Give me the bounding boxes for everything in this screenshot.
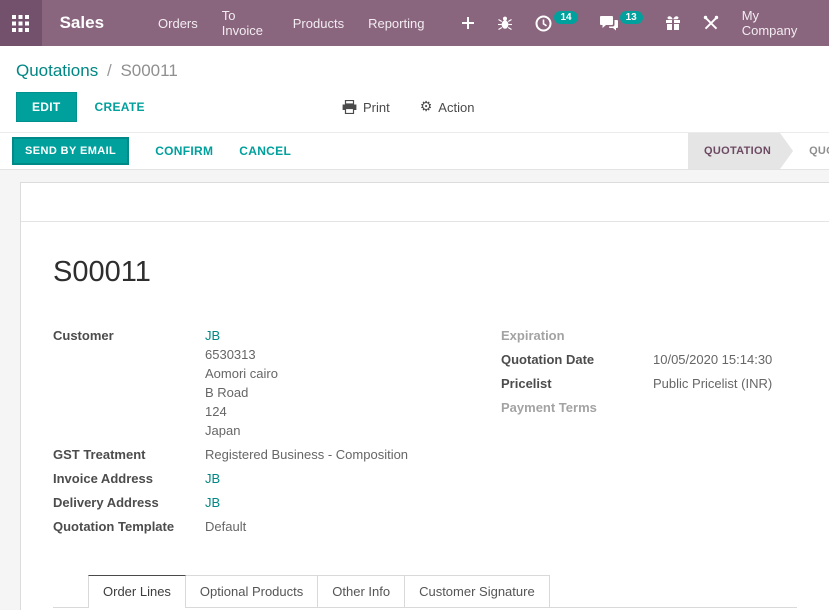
field-expiration: Expiration (501, 326, 797, 345)
action-label: Action (438, 100, 474, 115)
print-button[interactable]: Print (342, 100, 390, 115)
tab-order-lines[interactable]: Order Lines (88, 575, 186, 608)
form-sheet: S00011 Customer JB 6530313 Aomori cairo … (20, 182, 829, 610)
edit-button[interactable]: EDIT (16, 92, 77, 122)
gift-icon (665, 15, 681, 31)
left-column: Customer JB 6530313 Aomori cairo B Road … (53, 326, 501, 541)
notebook: Order Lines Optional Products Other Info… (53, 575, 797, 610)
customer-label: Customer (53, 326, 205, 440)
field-delivery-address: Delivery Address JB (53, 493, 501, 512)
control-buttons: EDIT CREATE Print ⚙ Action (16, 92, 813, 122)
messages-button[interactable]: 13 (589, 0, 654, 46)
field-gst-treatment: GST Treatment Registered Business - Comp… (53, 445, 501, 464)
activities-button[interactable]: 14 (524, 0, 588, 46)
customer-value: JB 6530313 Aomori cairo B Road 124 Japan (205, 326, 278, 440)
systray: 14 13 (486, 0, 829, 46)
record-title: S00011 (53, 255, 797, 289)
message-count-badge: 13 (620, 11, 643, 24)
pricelist-value: Public Pricelist (INR) (653, 374, 772, 393)
activity-count-badge: 14 (554, 11, 577, 24)
company-switcher[interactable]: My Company (730, 0, 819, 46)
delivery-address-link[interactable]: JB (205, 495, 220, 510)
gst-treatment-value: Registered Business - Composition (205, 445, 408, 464)
status-steps: QUOTATION QUOTATION SENT (688, 133, 829, 169)
invoice-address-label: Invoice Address (53, 469, 205, 488)
customer-address-line: B Road (205, 383, 278, 402)
statusbar: SEND BY EMAIL CONFIRM CANCEL QUOTATION Q… (0, 132, 829, 170)
menu-reporting[interactable]: Reporting (356, 0, 436, 46)
gst-treatment-label: GST Treatment (53, 445, 205, 464)
field-customer: Customer JB 6530313 Aomori cairo B Road … (53, 326, 501, 440)
menu-to-invoice[interactable]: To Invoice (210, 0, 281, 46)
expiration-label: Expiration (501, 326, 653, 345)
field-quotation-date: Quotation Date 10/05/2020 15:14:30 (501, 350, 797, 369)
gear-icon: ⚙ (420, 99, 433, 115)
right-column: Expiration Quotation Date 10/05/2020 15:… (501, 326, 797, 541)
send-by-email-button[interactable]: SEND BY EMAIL (12, 137, 129, 165)
tools-icon (703, 15, 719, 31)
print-label: Print (363, 100, 390, 115)
app-name[interactable]: Sales (42, 0, 146, 46)
step-quotation-sent[interactable]: QUOTATION SENT (793, 133, 829, 169)
gifts-button[interactable] (654, 0, 692, 46)
field-quotation-template: Quotation Template Default (53, 517, 501, 536)
invoice-address-link[interactable]: JB (205, 471, 220, 486)
create-button[interactable]: CREATE (95, 100, 145, 114)
confirm-button[interactable]: CONFIRM (155, 144, 213, 158)
tab-other-info[interactable]: Other Info (317, 575, 404, 607)
button-box-strip (21, 183, 829, 222)
quotation-template-label: Quotation Template (53, 517, 205, 536)
print-action-group: Print ⚙ Action (342, 92, 474, 122)
bug-icon (497, 15, 513, 31)
field-pricelist: Pricelist Public Pricelist (INR) (501, 374, 797, 393)
quotation-date-label: Quotation Date (501, 350, 653, 369)
cancel-button[interactable]: CANCEL (239, 144, 291, 158)
customer-address-line: 6530313 (205, 345, 278, 364)
delivery-address-label: Delivery Address (53, 493, 205, 512)
grid-icon (12, 15, 29, 32)
apps-menu-button[interactable] (0, 0, 42, 46)
tab-customer-signature[interactable]: Customer Signature (404, 575, 550, 607)
breadcrumb: Quotations / S00011 (16, 60, 813, 82)
action-button[interactable]: ⚙ Action (420, 99, 475, 115)
field-invoice-address: Invoice Address JB (53, 469, 501, 488)
field-payment-terms: Payment Terms (501, 398, 797, 417)
pricelist-label: Pricelist (501, 374, 653, 393)
clock-icon (535, 15, 552, 32)
breadcrumb-quotations[interactable]: Quotations (16, 61, 98, 80)
customer-address-line: 124 (205, 402, 278, 421)
menu-products[interactable]: Products (281, 0, 356, 46)
breadcrumb-separator: / (103, 61, 116, 80)
tab-optional-products[interactable]: Optional Products (186, 575, 317, 607)
quotation-template-value: Default (205, 517, 246, 536)
top-navbar: Sales Orders To Invoice Products Reporti… (0, 0, 829, 46)
step-quotation[interactable]: QUOTATION (688, 133, 793, 169)
field-group: Customer JB 6530313 Aomori cairo B Road … (53, 326, 797, 541)
printer-icon (342, 100, 357, 114)
tools-button[interactable] (692, 0, 730, 46)
tab-bar: Order Lines Optional Products Other Info… (53, 575, 797, 608)
customer-link[interactable]: JB (205, 328, 220, 343)
customer-address-line: Aomori cairo (205, 364, 278, 383)
quotation-date-value: 10/05/2020 15:14:30 (653, 350, 772, 369)
debug-button[interactable] (486, 0, 524, 46)
chat-icon (600, 15, 618, 31)
breadcrumb-current: S00011 (120, 61, 177, 80)
main-menu: Orders To Invoice Products Reporting (146, 0, 486, 46)
menu-orders[interactable]: Orders (146, 0, 210, 46)
payment-terms-label: Payment Terms (501, 398, 653, 417)
plus-icon[interactable] (450, 0, 486, 46)
customer-address-line: Japan (205, 421, 278, 440)
control-panel: Quotations / S00011 EDIT CREATE Print ⚙ … (0, 46, 829, 132)
form-view: S00011 Customer JB 6530313 Aomori cairo … (0, 170, 829, 610)
